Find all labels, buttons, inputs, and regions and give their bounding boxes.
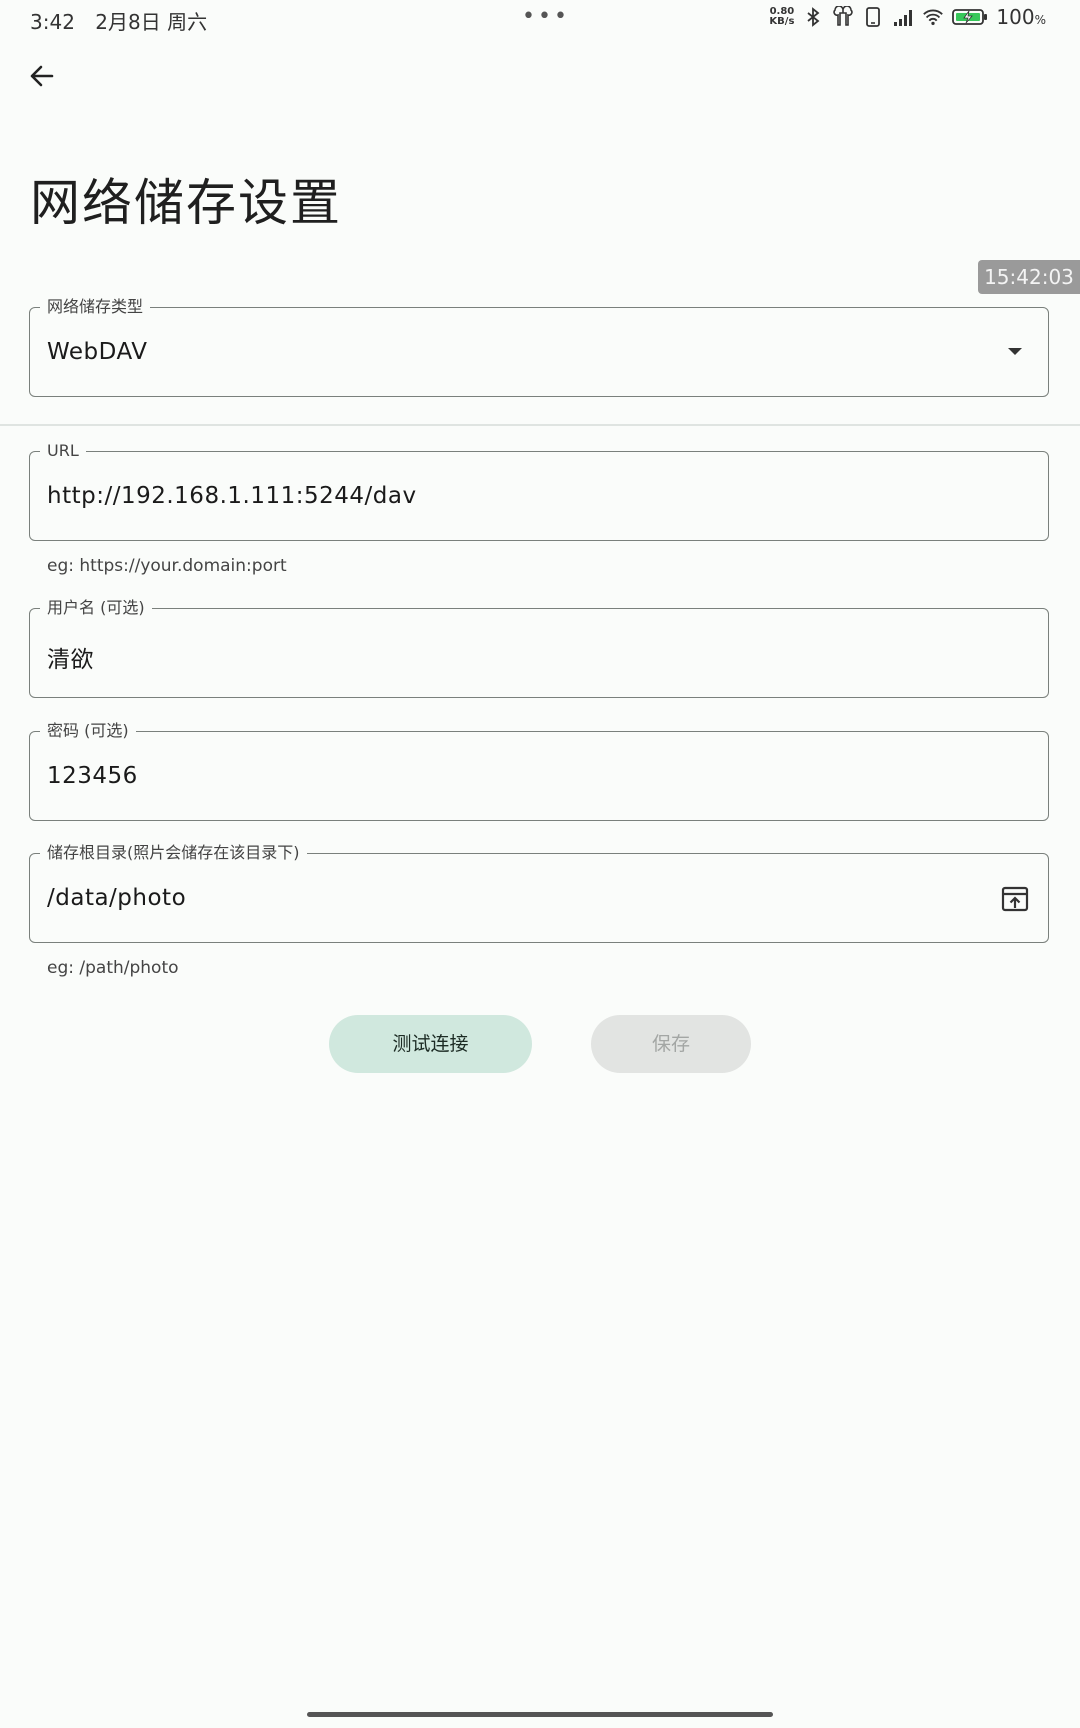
root-dir-label: 储存根目录(照片会储存在该目录下) [40, 842, 307, 864]
net-speed-unit: KB/s [769, 16, 795, 27]
storage-type-label: 网络储存类型 [40, 296, 151, 318]
bluetooth-icon [807, 7, 820, 27]
test-connection-button[interactable]: 测试连接 [329, 1015, 532, 1073]
net-speed: 0.80 KB/s [769, 7, 794, 27]
status-date: 2月8日 周六 [95, 10, 208, 34]
page-title: 网络储存设置 [30, 174, 342, 232]
storage-type-value: WebDAV [47, 339, 148, 365]
battery-icon [952, 9, 988, 25]
root-dir-helper-text: eg: /path/photo [47, 958, 179, 978]
username-label: 用户名 (可选) [40, 597, 152, 619]
status-time: 3:42 [30, 10, 75, 34]
storage-type-dropdown[interactable]: 网络储存类型 WebDAV [29, 296, 1049, 397]
folder-upload-icon[interactable] [1000, 884, 1030, 914]
dropdown-arrow-icon[interactable] [1008, 348, 1022, 355]
back-arrow-icon[interactable] [24, 58, 60, 94]
root-dir-field[interactable]: 储存根目录(照片会储存在该目录下) /data/photo [29, 842, 1049, 943]
earbuds-icon [833, 6, 854, 26]
url-value: http://192.168.1.111:5244/dav [47, 483, 417, 509]
password-value: 123456 [47, 763, 138, 789]
battery-percent: 100% [996, 5, 1046, 29]
password-field[interactable]: 密码 (可选) 123456 [29, 720, 1049, 821]
save-button[interactable]: 保存 [591, 1015, 751, 1073]
timestamp-overlay: 15:42:03 [978, 260, 1080, 294]
url-field[interactable]: URL http://192.168.1.111:5244/dav [29, 440, 1049, 541]
home-indicator[interactable] [307, 1712, 773, 1717]
root-dir-value: /data/photo [47, 885, 187, 911]
url-helper-text: eg: https://your.domain:port [47, 556, 287, 576]
more-dots-icon: ••• [522, 4, 570, 29]
status-bar: 3:42 2月8日 周六 ••• 0.80 KB/s 100% [0, 0, 1080, 36]
status-icons: 0.80 KB/s 100% [769, 5, 1046, 29]
divider [0, 424, 1080, 426]
phone-icon [866, 7, 881, 27]
url-label: URL [40, 440, 86, 462]
signal-icon [894, 10, 913, 26]
password-label: 密码 (可选) [40, 720, 136, 742]
username-field[interactable]: 用户名 (可选) 清欲 [29, 597, 1049, 698]
wifi-icon [923, 9, 944, 26]
status-time-date: 3:42 2月8日 周六 [30, 6, 207, 35]
username-value: 清欲 [47, 647, 94, 673]
